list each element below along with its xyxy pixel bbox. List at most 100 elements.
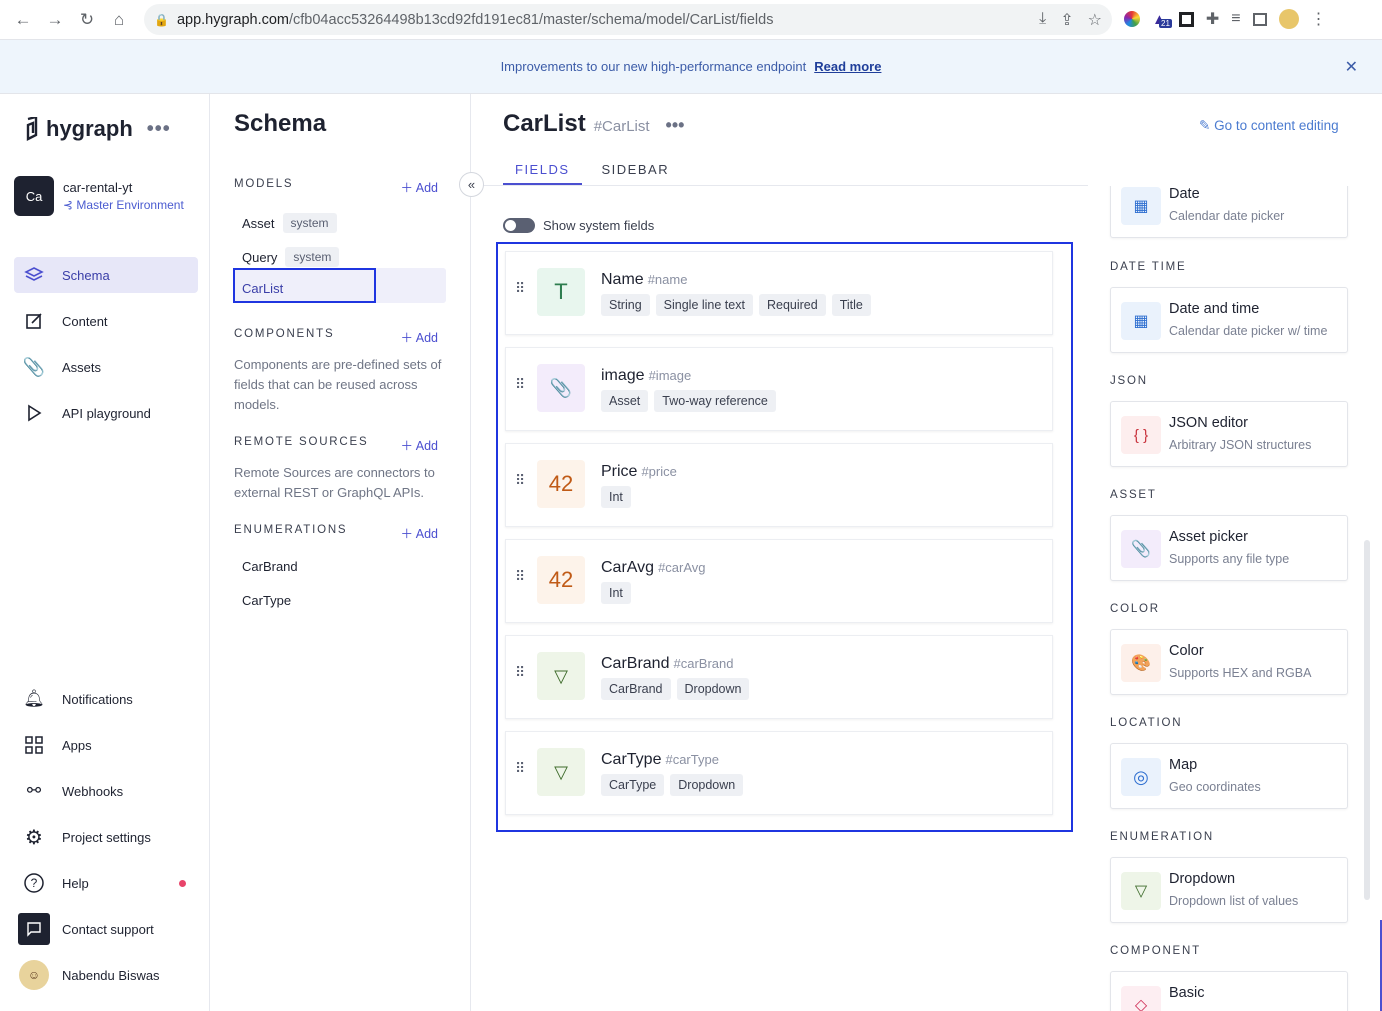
card-description: Calendar date picker: [1169, 209, 1285, 223]
banner-read-more-link[interactable]: Read more: [814, 59, 881, 74]
field-type-card-date[interactable]: ▦ Date Calendar date picker: [1110, 186, 1348, 238]
field-row[interactable]: ⠿ T Name #name String Single line text Re…: [505, 251, 1053, 335]
field-row[interactable]: ⠿ ▽ CarBrand #carBrand CarBrand Dropdown: [505, 635, 1053, 719]
nav-notifications[interactable]: 🔔︎ Notifications: [14, 681, 198, 717]
enum-item-cartype[interactable]: CarType: [242, 593, 291, 608]
schema-title: Schema: [234, 110, 327, 137]
add-model-button[interactable]: ＋ Add: [400, 177, 438, 196]
remote-sources-description: Remote Sources are connectors to externa…: [234, 465, 435, 500]
frame-extension-icon[interactable]: [1178, 11, 1194, 27]
nav-user[interactable]: ☺ Nabendu Biswas: [14, 957, 198, 993]
field-type-card-json[interactable]: { } JSON editor Arbitrary JSON structure…: [1110, 401, 1348, 467]
close-icon[interactable]: ✕: [1345, 57, 1358, 77]
field-type-card-map[interactable]: ◎ Map Geo coordinates: [1110, 743, 1348, 809]
model-item-query[interactable]: Query system: [242, 247, 340, 267]
tab-sidebar[interactable]: SIDEBAR: [590, 160, 682, 185]
field-name: CarBrand: [601, 655, 670, 672]
grad-cap-extension-icon[interactable]: ▲21: [1152, 11, 1172, 28]
components-description: Components are pre-defined sets of field…: [234, 357, 442, 412]
browser-toolbar: ← → ↻ ⌂ 🔒 app.hygraph.com/cfb04acc532644…: [0, 0, 1382, 40]
nav-label: Nabendu Biswas: [62, 967, 160, 983]
field-name: Price: [601, 463, 638, 480]
dropdown-icon: ▽: [1121, 872, 1161, 910]
field-row[interactable]: ⠿ 42 Price #price Int: [505, 443, 1053, 527]
star-icon[interactable]: ☆: [1088, 10, 1102, 30]
field-tag: Title: [831, 294, 871, 316]
go-to-content-editing-link[interactable]: ✎ Go to content editing: [1199, 118, 1339, 134]
field-tag: Dropdown: [670, 774, 744, 796]
field-tag: String: [601, 294, 650, 316]
hygraph-logo[interactable]: hygraph •••: [24, 116, 171, 142]
nav-contact-support[interactable]: Contact support: [14, 911, 198, 947]
more-icon[interactable]: •••: [666, 115, 685, 136]
models-header: MODELS: [234, 178, 294, 190]
nav-apps[interactable]: Apps: [14, 727, 198, 763]
nav-webhooks[interactable]: ⚯ Webhooks: [14, 773, 198, 809]
playlist-icon[interactable]: ≡: [1231, 10, 1240, 28]
show-system-fields-toggle[interactable]: Show system fields: [503, 218, 654, 233]
address-bar[interactable]: 🔒 app.hygraph.com/cfb04acc53264498b13cd9…: [144, 4, 1112, 35]
field-type-card-basic[interactable]: ◇ Basic: [1110, 971, 1348, 1011]
install-icon[interactable]: ⤓: [1039, 10, 1046, 30]
double-chevron-left-icon: «: [467, 177, 476, 192]
hygraph-logo-icon: [26, 117, 38, 141]
environment-label[interactable]: ⊰ Master Environment: [63, 198, 184, 212]
field-type-card-dropdown[interactable]: ▽ Dropdown Dropdown list of values: [1110, 857, 1348, 923]
int-field-icon: 42: [537, 460, 585, 508]
more-icon[interactable]: •••: [147, 118, 171, 141]
model-editor: CarList #CarList ••• ✎ Go to content edi…: [471, 94, 1339, 1011]
drag-handle-icon[interactable]: ⠿: [515, 761, 525, 775]
field-tag: Int: [601, 486, 631, 508]
field-type-card-date-time[interactable]: ▦ Date and time Calendar date picker w/ …: [1110, 287, 1348, 353]
diamond-icon: ◇: [1121, 986, 1161, 1011]
lock-icon: 🔒: [154, 12, 169, 27]
nav-label: Project settings: [62, 829, 151, 845]
nav-content[interactable]: Content: [14, 303, 198, 339]
puzzle-icon[interactable]: ✚: [1206, 9, 1219, 29]
nav-project-settings[interactable]: ⚙ Project settings: [14, 819, 198, 855]
field-api-id: #carAvg: [658, 560, 706, 575]
home-icon[interactable]: ⌂: [104, 5, 134, 35]
gear-icon: ⚙: [25, 826, 43, 849]
field-type-card-color[interactable]: 🎨 Color Supports HEX and RGBA: [1110, 629, 1348, 695]
color-extension-icon[interactable]: [1124, 11, 1140, 27]
forward-icon[interactable]: →: [40, 5, 70, 35]
back-icon[interactable]: ←: [8, 5, 38, 35]
sidepanel-icon[interactable]: [1252, 12, 1267, 26]
enum-item-carbrand[interactable]: CarBrand: [242, 559, 298, 574]
nav-label: Apps: [62, 737, 92, 753]
model-item-carlist[interactable]: CarList: [242, 281, 283, 296]
add-enumeration-button[interactable]: ＋ Add: [400, 523, 438, 542]
field-row[interactable]: ⠿ 42 CarAvg #carAvg Int: [505, 539, 1053, 623]
share-icon[interactable]: ⇪: [1060, 10, 1073, 30]
drag-handle-icon[interactable]: ⠿: [515, 569, 525, 583]
field-type-card-asset[interactable]: 📎 Asset picker Supports any file type: [1110, 515, 1348, 581]
main-sidebar: hygraph ••• Ca car-rental-yt ⊰ Master En…: [0, 94, 210, 1011]
nav-assets[interactable]: 📎 Assets: [14, 349, 198, 385]
system-badge: system: [285, 247, 340, 267]
collapse-panel-button[interactable]: «: [459, 172, 484, 197]
add-component-button[interactable]: ＋ Add: [400, 327, 438, 346]
model-item-asset[interactable]: Asset system: [242, 213, 337, 233]
field-row[interactable]: ⠿ 📎 image #image Asset Two-way reference: [505, 347, 1053, 431]
nav-api-playground[interactable]: API playground: [14, 395, 198, 431]
drag-handle-icon[interactable]: ⠿: [515, 473, 525, 487]
nav-schema[interactable]: Schema: [14, 257, 198, 293]
reload-icon[interactable]: ↻: [72, 5, 102, 35]
drag-handle-icon[interactable]: ⠿: [515, 377, 525, 391]
nav-label: Webhooks: [62, 783, 124, 799]
add-remote-source-button[interactable]: ＋ Add: [400, 435, 438, 454]
project-switcher[interactable]: Ca car-rental-yt ⊰ Master Environment: [14, 176, 184, 216]
toggle-switch[interactable]: [503, 218, 535, 233]
card-description: Arbitrary JSON structures: [1169, 438, 1312, 452]
dropdown-icon: ▽: [537, 652, 585, 700]
field-row[interactable]: ⠿ ▽ CarType #carType CarType Dropdown: [505, 731, 1053, 815]
menu-kebab-icon[interactable]: ⋮: [1311, 9, 1327, 29]
nav-label: Contact support: [62, 921, 154, 937]
drag-handle-icon[interactable]: ⠿: [515, 665, 525, 679]
drag-handle-icon[interactable]: ⠿: [515, 281, 525, 295]
tab-fields[interactable]: FIELDS: [503, 160, 582, 185]
profile-avatar-icon[interactable]: [1278, 9, 1299, 29]
nav-help[interactable]: ? Help: [14, 865, 198, 901]
scrollbar[interactable]: [1364, 540, 1370, 900]
